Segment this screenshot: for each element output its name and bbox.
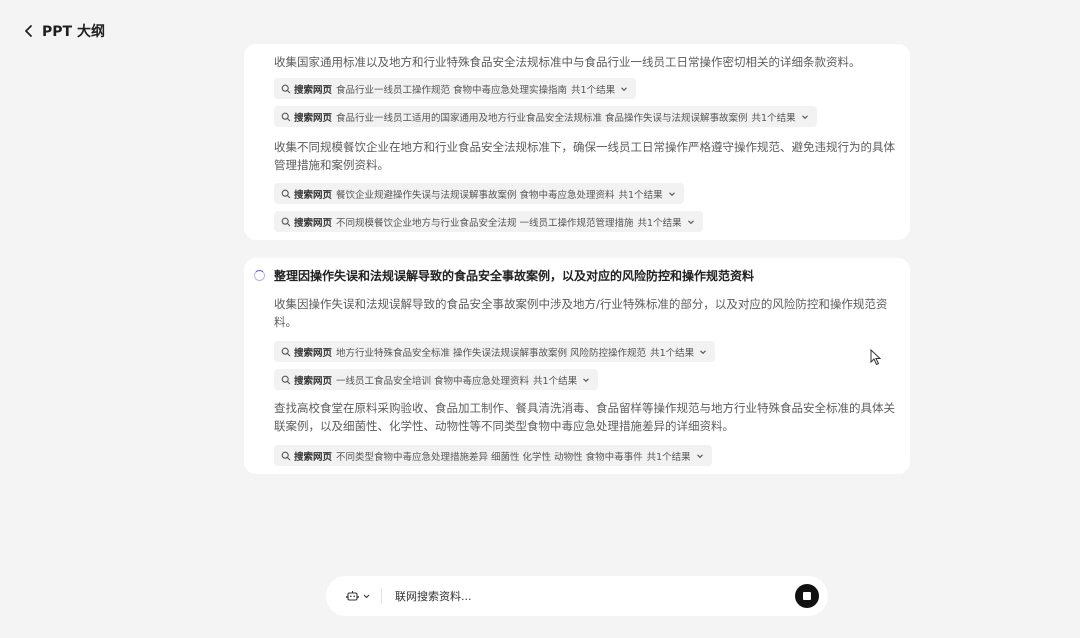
- robot-icon: [346, 591, 359, 601]
- task-description: 收集因操作失误和法规误解导致的食品安全事故案例中涉及地方/行业特殊标准的部分，以…: [274, 297, 888, 329]
- search-icon: [281, 451, 291, 461]
- research-task-card: 收集国家通用标准以及地方和行业特殊食品安全法规标准中与食品行业一线员工日常操作密…: [244, 44, 910, 240]
- chip-query: 不同规模餐饮企业地方与行业食品安全法规 一线员工操作规范管理措施: [336, 217, 634, 229]
- search-result-chip[interactable]: 搜索网页 不同规模餐饮企业地方与行业食品安全法规 一线员工操作规范管理措施 共1…: [274, 211, 703, 232]
- chevron-down-icon: [363, 594, 370, 599]
- search-result-chip[interactable]: 搜索网页 食品行业一线员工适用的国家通用及地方行业食品安全法规标准 食品操作失误…: [274, 106, 817, 127]
- chat-input-status[interactable]: 联网搜索资料...: [395, 588, 472, 604]
- chip-count: 共1个结果: [618, 189, 663, 201]
- chevron-down-icon: [668, 190, 676, 198]
- search-icon: [281, 189, 291, 199]
- chip-label: 搜索网页: [294, 112, 333, 124]
- research-task-card: 整理因操作失误和法规误解导致的食品安全事故案例，以及对应的风险防控和操作规范资料…: [244, 258, 910, 474]
- search-result-chip[interactable]: 搜索网页 不同类型食物中毒应急处理措施差异 细菌性 化学性 动物性 食物中毒事件…: [274, 445, 712, 466]
- loading-spinner-icon: [254, 269, 265, 281]
- chip-label: 搜索网页: [294, 347, 333, 359]
- chip-label: 搜索网页: [294, 189, 333, 201]
- task-description: 收集不同规模餐饮企业在地方和行业食品安全法规标准下，确保一线员工日常操作严格遵守…: [274, 140, 895, 172]
- chip-count: 共1个结果: [650, 347, 695, 359]
- chevron-down-icon: [699, 348, 707, 356]
- task-header[interactable]: 整理因操作失误和法规误解导致的食品安全事故案例，以及对应的风险防控和操作规范资料: [254, 266, 754, 284]
- chevron-down-icon: [620, 85, 628, 93]
- task-description: 查找高校食堂在原料采购验收、食品加工制作、餐具清洗消毒、食品留样等操作规范与地方…: [274, 401, 895, 433]
- chip-count: 共1个结果: [533, 375, 578, 387]
- divider: [381, 588, 382, 604]
- chevron-down-icon: [582, 376, 590, 384]
- chevron-down-icon: [801, 113, 809, 121]
- chip-count: 共1个结果: [646, 451, 691, 463]
- chevron-left-icon: [25, 25, 32, 37]
- chip-label: 搜索网页: [294, 84, 333, 96]
- search-icon: [281, 112, 291, 122]
- chip-query: 地方行业特殊食品安全标准 操作失误法规误解事故案例 风险防控操作规范: [336, 347, 647, 359]
- stop-button[interactable]: [795, 584, 819, 608]
- chevron-down-icon: [696, 452, 704, 460]
- page-title: PPT 大纲: [42, 24, 105, 40]
- task-description: 收集国家通用标准以及地方和行业特殊食品安全法规标准中与食品行业一线员工日常操作密…: [274, 55, 861, 69]
- chip-count: 共1个结果: [751, 112, 796, 124]
- task-title: 整理因操作失误和法规误解导致的食品安全事故案例，以及对应的风险防控和操作规范资料: [274, 268, 755, 283]
- stop-icon: [803, 592, 811, 600]
- chip-count: 共1个结果: [637, 217, 682, 229]
- chip-query: 不同类型食物中毒应急处理措施差异 细菌性 化学性 动物性 食物中毒事件: [336, 451, 643, 463]
- chat-input-bar: 联网搜索资料...: [326, 576, 828, 616]
- chip-label: 搜索网页: [294, 451, 333, 463]
- mouse-cursor-icon: [870, 349, 882, 366]
- back-button[interactable]: [20, 22, 38, 40]
- search-result-chip[interactable]: 搜索网页 一线员工食品安全培训 食物中毒应急处理资料 共1个结果: [274, 369, 599, 390]
- search-result-chip[interactable]: 搜索网页 食品行业一线员工操作规范 食物中毒应急处理实操指南 共1个结果: [274, 78, 637, 99]
- search-icon: [281, 375, 291, 385]
- chip-query: 食品行业一线员工适用的国家通用及地方行业食品安全法规标准 食品操作失误与法规误解…: [336, 112, 748, 124]
- chip-query: 食品行业一线员工操作规范 食物中毒应急处理实操指南: [336, 84, 568, 96]
- chevron-down-icon: [687, 218, 695, 226]
- model-selector[interactable]: [346, 590, 371, 602]
- chip-count: 共1个结果: [571, 84, 616, 96]
- chip-query: 一线员工食品安全培训 食物中毒应急处理资料: [336, 375, 530, 387]
- chip-label: 搜索网页: [294, 375, 333, 387]
- chip-label: 搜索网页: [294, 217, 333, 229]
- search-result-chip[interactable]: 搜索网页 餐饮企业规避操作失误与法规误解事故案例 食物中毒应急处理资料 共1个结…: [274, 183, 684, 204]
- chip-query: 餐饮企业规避操作失误与法规误解事故案例 食物中毒应急处理资料: [336, 189, 615, 201]
- search-icon: [281, 347, 291, 357]
- search-result-chip[interactable]: 搜索网页 地方行业特殊食品安全标准 操作失误法规误解事故案例 风险防控操作规范 …: [274, 341, 716, 362]
- search-icon: [281, 84, 291, 94]
- search-icon: [281, 217, 291, 227]
